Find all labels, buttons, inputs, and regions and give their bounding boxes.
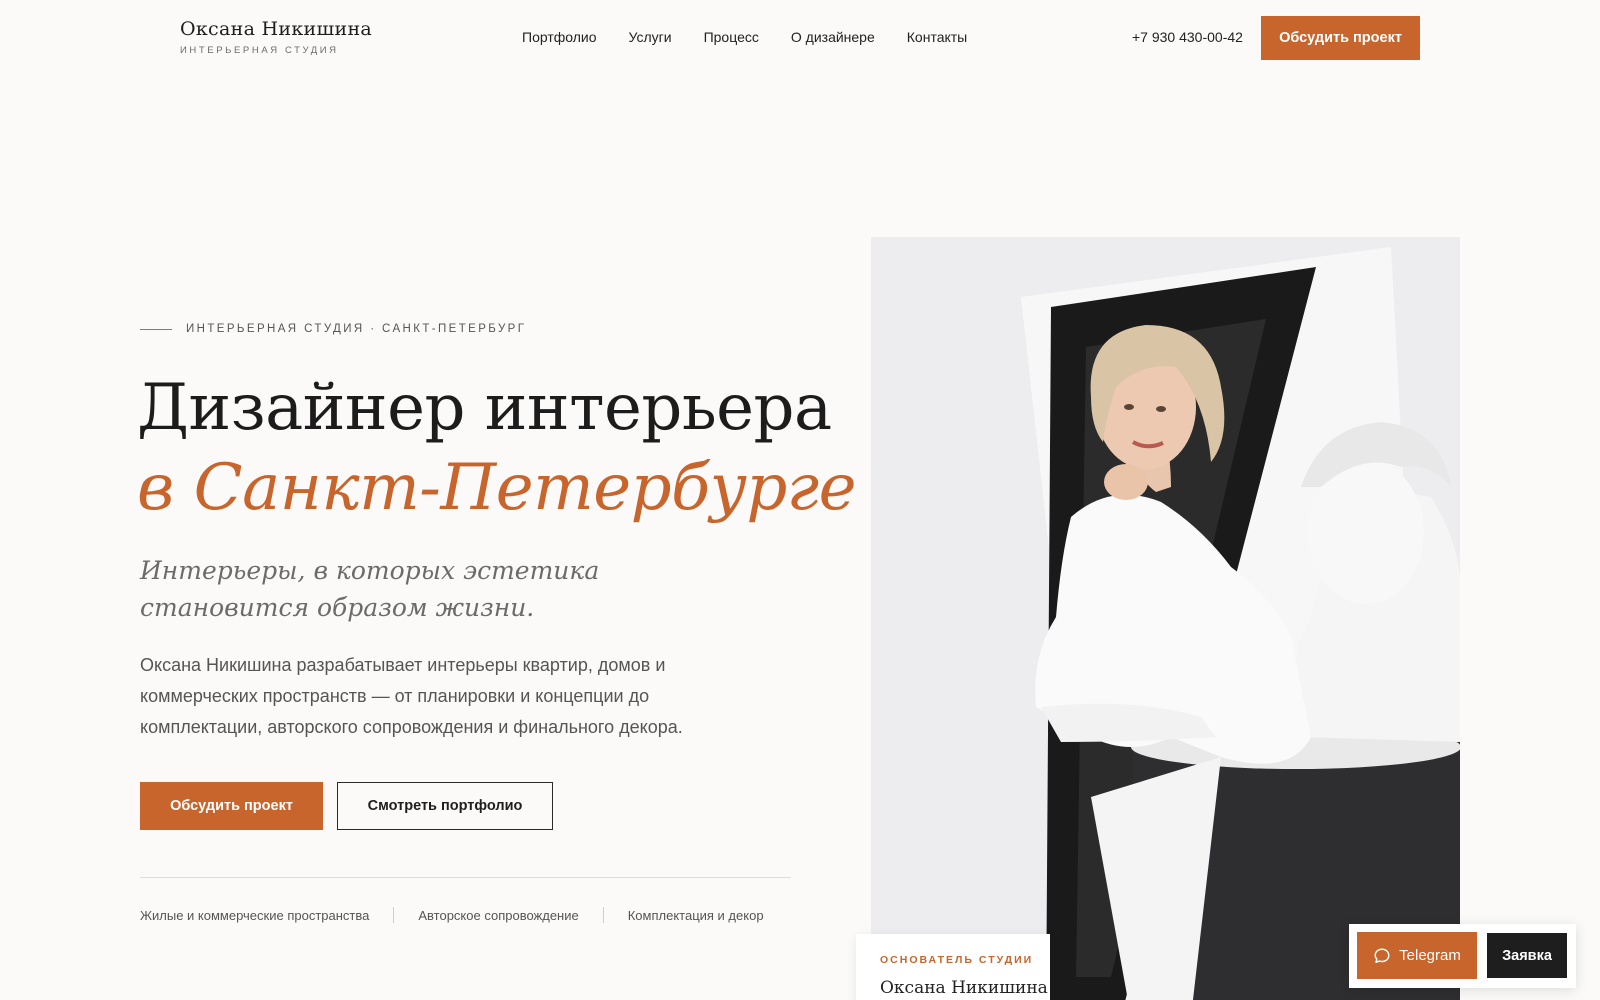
tag-decor: Комплектация и декор bbox=[627, 907, 764, 923]
main-nav: Портфолио Услуги Процесс О дизайнере Кон… bbox=[522, 29, 999, 45]
service-tags: Жилые и коммерческие пространства Авторс… bbox=[140, 907, 764, 923]
nav-services[interactable]: Услуги bbox=[629, 29, 672, 45]
eyebrow-line bbox=[140, 328, 172, 330]
discuss-project-button[interactable]: Обсудить проект bbox=[140, 782, 323, 830]
hero-divider bbox=[140, 877, 791, 878]
hero-eyebrow: ИНТЕРЬЕРНАЯ СТУДИЯ · САНКТ-ПЕТЕРБУРГ bbox=[140, 323, 526, 335]
nav-process[interactable]: Процесс bbox=[704, 29, 759, 45]
hero-title-line2: в Санкт-Петербурге bbox=[137, 451, 857, 525]
view-portfolio-button[interactable]: Смотреть портфолио bbox=[337, 782, 553, 830]
designer-portrait-photo bbox=[871, 237, 1460, 1000]
tag-separator bbox=[602, 907, 604, 923]
hero-title-line1: Дизайнер интерьера bbox=[137, 371, 832, 445]
hero-description: Оксана Никишина разрабатывает интерьеры … bbox=[140, 655, 683, 737]
site-header: Оксана Никишина ИНТЕРЬЕРНАЯ СТУДИЯ Портф… bbox=[0, 0, 1600, 78]
logo-subtitle: ИНТЕРЬЕРНАЯ СТУДИЯ bbox=[180, 45, 339, 56]
telegram-button[interactable]: Telegram bbox=[1357, 932, 1477, 979]
hero-title: Дизайнер интерьера в Санкт-Петербурге bbox=[137, 368, 857, 528]
founder-card: ОСНОВАТЕЛЬ СТУДИИ Оксана Никишина bbox=[856, 934, 1050, 1000]
nav-contacts[interactable]: Контакты bbox=[907, 29, 967, 45]
nav-about[interactable]: О дизайнере bbox=[791, 29, 875, 45]
chat-bubble-icon bbox=[1374, 948, 1390, 963]
floating-contact-widget: Telegram Заявка bbox=[1349, 924, 1576, 988]
phone-link[interactable]: +7 930 430-00-42 bbox=[1132, 29, 1243, 45]
portrait-illustration bbox=[871, 237, 1460, 1000]
founder-name: Оксана Никишина bbox=[880, 978, 1048, 998]
logo[interactable]: Оксана Никишина ИНТЕРЬЕРНАЯ СТУДИЯ bbox=[180, 18, 372, 56]
nav-portfolio[interactable]: Портфолио bbox=[522, 29, 597, 45]
eyebrow-text: ИНТЕРЬЕРНАЯ СТУДИЯ · САНКТ-ПЕТЕРБУРГ bbox=[186, 323, 527, 335]
tag-separator bbox=[393, 907, 395, 923]
hero-lead: Интерьеры, в которых эстетика становится… bbox=[140, 556, 600, 622]
logo-name: Оксана Никишина bbox=[180, 18, 373, 40]
tag-spaces: Жилые и коммерческие пространства bbox=[140, 907, 370, 923]
header-discuss-button[interactable]: Обсудить проект bbox=[1261, 16, 1420, 60]
founder-label: ОСНОВАТЕЛЬ СТУДИИ bbox=[880, 954, 1034, 966]
telegram-label: Telegram bbox=[1399, 947, 1461, 964]
request-button[interactable]: Заявка bbox=[1487, 933, 1567, 978]
tag-supervision: Авторское сопровождение bbox=[418, 907, 579, 923]
